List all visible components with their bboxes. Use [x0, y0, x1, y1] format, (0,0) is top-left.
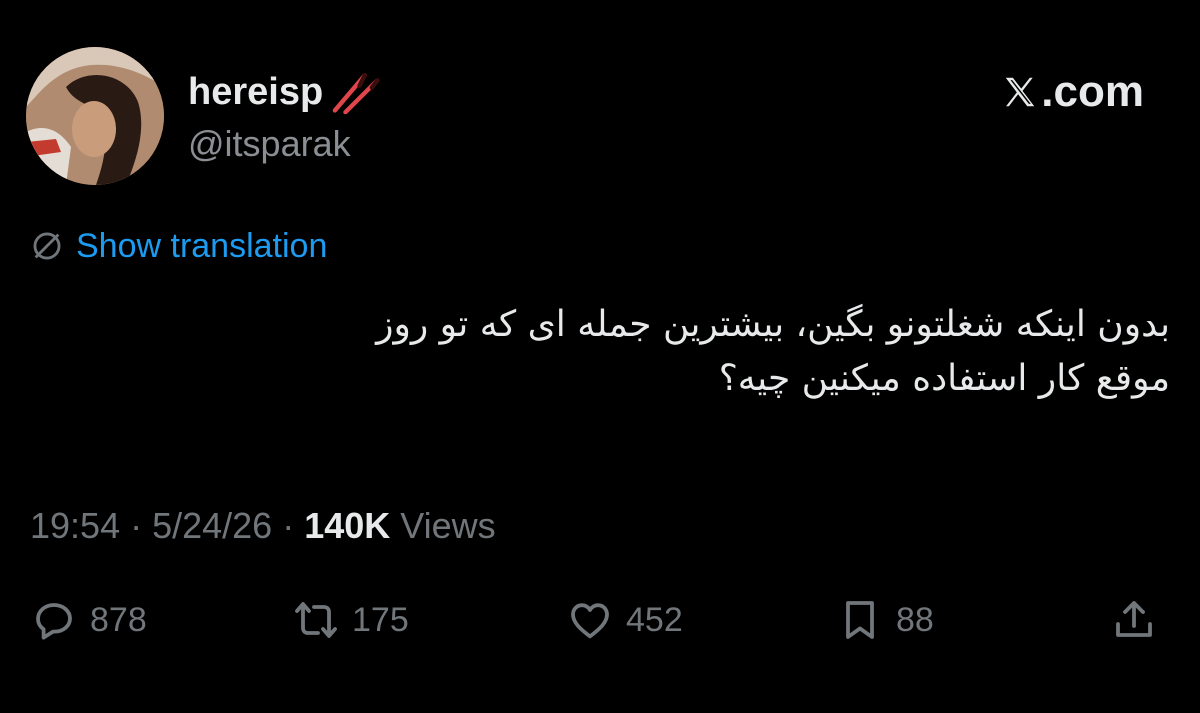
globe-translate-icon	[33, 232, 61, 260]
profile-photo	[26, 47, 164, 185]
site-logo-text: .com	[1041, 67, 1144, 116]
bookmark-button[interactable]: 88	[836, 596, 934, 644]
heart-icon	[571, 603, 609, 639]
repost-count: 175	[352, 600, 409, 639]
site-logo: .com	[1001, 70, 1144, 114]
avatar[interactable]	[26, 47, 164, 185]
show-translation[interactable]: Show translation	[30, 229, 327, 263]
views-label: Views	[400, 505, 496, 546]
repost-button[interactable]: 175	[292, 596, 409, 644]
like-count: 452	[626, 600, 683, 639]
show-translation-link[interactable]: Show translation	[76, 229, 327, 263]
views-count: 140K	[304, 505, 391, 546]
meta-separator: ·	[130, 505, 143, 546]
share-icon	[1116, 601, 1152, 637]
chopsticks-icon	[332, 73, 380, 114]
bookmark-icon	[846, 601, 874, 639]
meta-separator: ·	[282, 505, 295, 546]
bookmark-count: 88	[896, 600, 934, 639]
author-handle[interactable]: @itsparak	[188, 126, 351, 162]
tweet-meta: 19:54 · 5/24/26 · 140K Views	[30, 508, 496, 544]
tweet-text: بدون اینکه شغلتونو بگین، بیشترین جمله ای…	[50, 298, 1170, 406]
author-display-name[interactable]: hereisp	[188, 70, 385, 114]
repost-icon	[295, 602, 337, 638]
display-name-text: hereisp	[188, 71, 324, 113]
tweet-time[interactable]: 19:54	[30, 508, 120, 544]
tweet-text-line-2: موقع کار استفاده میکنین چیه؟	[718, 358, 1170, 399]
reply-icon	[36, 603, 72, 640]
share-button[interactable]	[1110, 596, 1158, 644]
x-logo-icon	[1006, 77, 1035, 107]
reply-count: 878	[90, 600, 147, 639]
like-button[interactable]: 452	[566, 596, 683, 644]
reply-button[interactable]: 878	[30, 596, 147, 644]
action-bar: 878 175 452 88	[30, 596, 1170, 660]
tweet-text-line-1: بدون اینکه شغلتونو بگین، بیشترین جمله ای…	[376, 304, 1170, 345]
tweet-date[interactable]: 5/24/26	[152, 508, 272, 544]
